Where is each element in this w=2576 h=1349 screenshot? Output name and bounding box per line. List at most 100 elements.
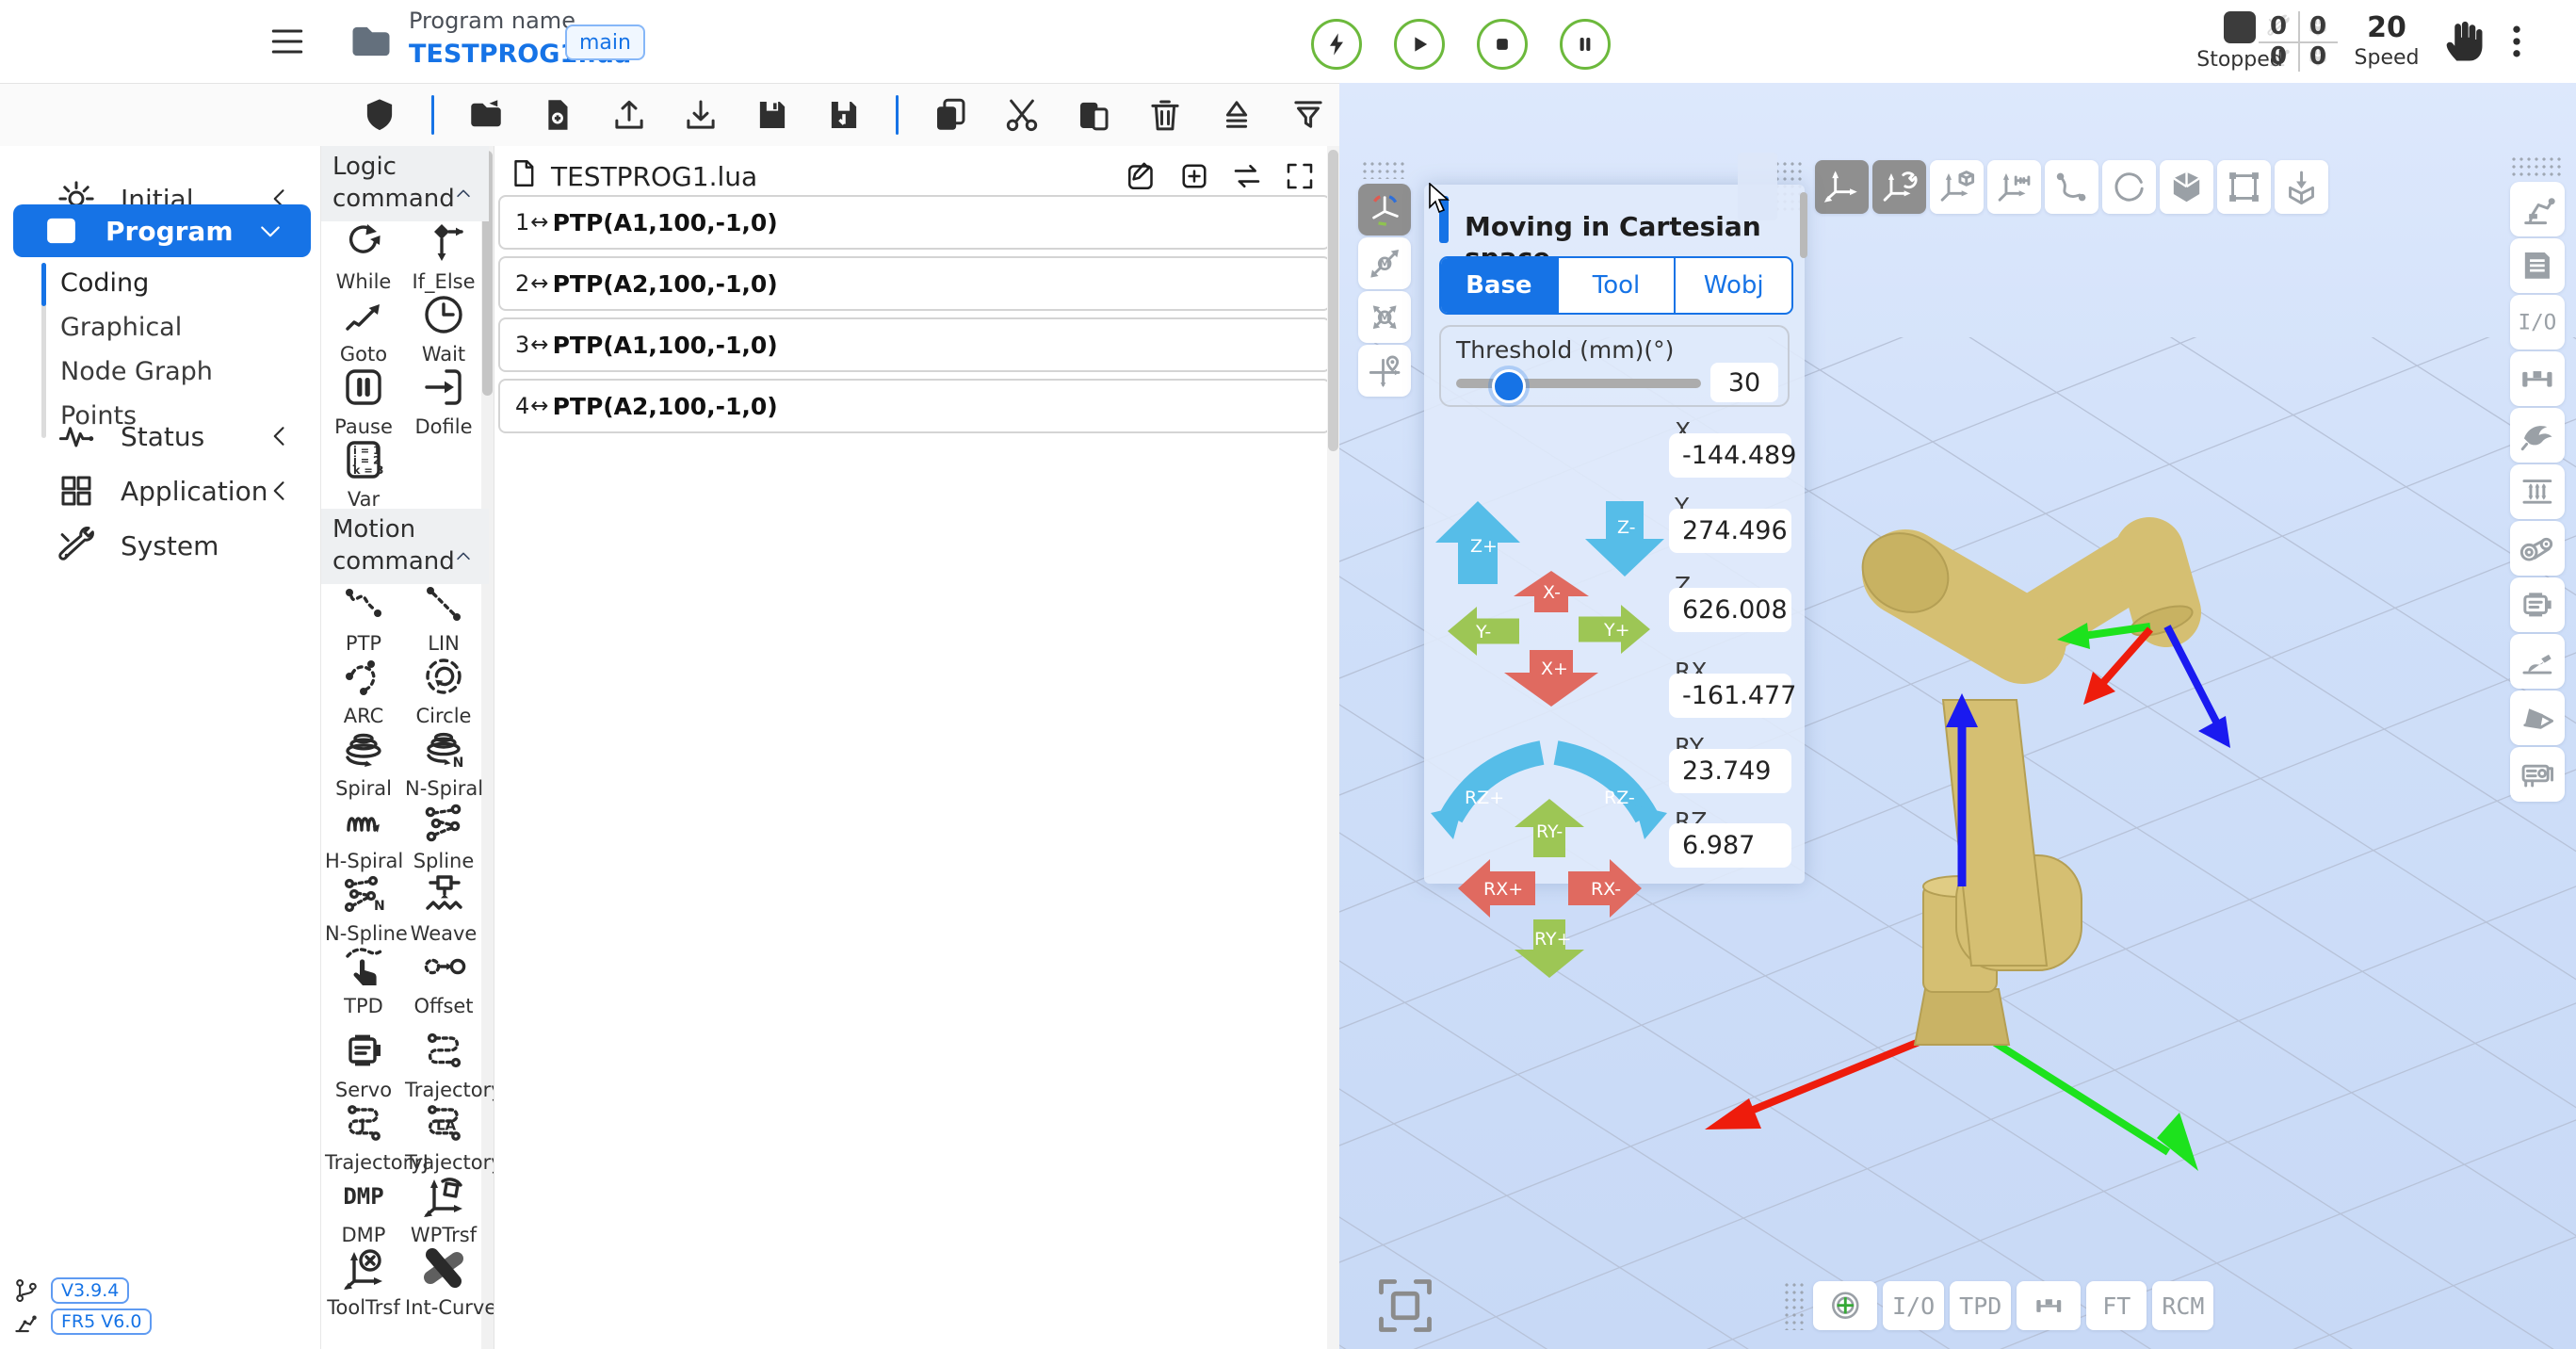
sidebar-subitem-node-graph[interactable]: Node Graph	[60, 357, 213, 386]
bottom-tool-target-green[interactable]	[1813, 1281, 1877, 1330]
save-icon[interactable]	[753, 95, 792, 135]
palette-item-spline[interactable]: Spline	[405, 799, 482, 872]
jog-rotate-pad[interactable]: RZ+ RZ- RY- RX+ RX- RY+	[1429, 736, 1669, 985]
save-as-icon[interactable]	[824, 95, 864, 135]
trash-icon[interactable]	[1145, 95, 1185, 135]
palette-item-offset[interactable]: Offset	[405, 944, 482, 1017]
main-branch-badge[interactable]: main	[565, 24, 645, 60]
view-tool-single-axis-move[interactable]: M	[1358, 237, 1411, 289]
palette-item-dmp[interactable]: DMPDMP	[325, 1173, 402, 1246]
peripheral-tool-tool-claw[interactable]	[2510, 408, 2565, 463]
tab-tool[interactable]: Tool	[1559, 258, 1677, 313]
pose-value-x[interactable]: -144.489	[1669, 433, 1791, 478]
frame-tool-frame-tool[interactable]	[1872, 160, 1926, 214]
peripheral-tool-io-panel[interactable]: I/O	[2510, 295, 2565, 349]
hamburger-menu-icon[interactable]	[267, 21, 308, 62]
palette-item-n-spline[interactable]: NN-Spline	[325, 871, 402, 945]
palette-item-trajectoryla[interactable]: LATrajectoryLA	[405, 1100, 482, 1174]
more-menu-icon[interactable]	[2496, 17, 2537, 66]
peripheral-tool-gpu-card[interactable]	[2510, 747, 2565, 802]
bottom-tools-drag-handle[interactable]	[1783, 1281, 1804, 1330]
bottom-tool-rcm[interactable]: RCM	[2152, 1281, 2213, 1330]
palette-item-h-spiral[interactable]: H-Spiral	[325, 799, 402, 872]
plus-square-icon[interactable]	[1177, 159, 1211, 193]
jog-translate-pad[interactable]: Z+ Z- X- Y- Y+ X+	[1429, 497, 1669, 714]
swap-icon[interactable]	[1230, 159, 1264, 193]
palette-item-weave[interactable]: Weave	[405, 871, 482, 945]
view-tool-locate-pin[interactable]	[1358, 345, 1411, 397]
palette-item-goto[interactable]: Goto	[325, 292, 402, 366]
jog-z-minus[interactable]	[1585, 501, 1664, 577]
sidebar-item-program[interactable]: Program	[13, 204, 311, 257]
palette-item-tooltrsf[interactable]: ToolTrsf	[325, 1245, 402, 1319]
stop-button[interactable]	[1477, 19, 1528, 70]
status-counters[interactable]: 0000	[2259, 11, 2338, 72]
palette-item-ptp[interactable]: PTP	[325, 581, 402, 655]
panel-scrollbar-thumb[interactable]	[1800, 192, 1807, 258]
quick-run-button[interactable]	[1311, 19, 1362, 70]
threshold-value[interactable]: 30	[1710, 363, 1778, 402]
peripheral-tool-welder[interactable]	[2510, 634, 2565, 689]
version-badge[interactable]: V3.9.4	[51, 1277, 129, 1304]
panel-drag-handle[interactable]	[1738, 153, 1777, 220]
palette-section-header[interactable]: Motioncommand	[321, 509, 489, 584]
frame-tool-frame-measure[interactable]	[1987, 160, 2041, 214]
frame-tool-frame-base[interactable]	[1815, 160, 1869, 214]
file-add-icon[interactable]	[538, 95, 577, 135]
palette-item-while[interactable]: While	[325, 219, 402, 293]
frame-tool-frame-wobj[interactable]	[1930, 160, 1984, 214]
palette-item-circle[interactable]: Circle	[405, 654, 482, 727]
drag-teach-icon[interactable]	[2438, 13, 2488, 66]
bottom-tool-ft[interactable]: FT	[2086, 1281, 2147, 1330]
peripheral-tool-lift[interactable]	[2510, 464, 2565, 519]
play-button[interactable]	[1394, 19, 1445, 70]
left-tools-drag-handle[interactable]	[1361, 160, 1406, 179]
bottom-tool-io[interactable]: I/O	[1883, 1281, 1944, 1330]
pose-value-rx[interactable]: -161.477	[1669, 674, 1791, 718]
pose-value-z[interactable]: 626.008	[1669, 588, 1791, 632]
palette-item-var[interactable]: i = 1j = 2k = 3Var	[325, 437, 402, 511]
pose-value-y[interactable]: 274.496	[1669, 509, 1791, 553]
version-badge[interactable]: FR5 V6.0	[51, 1308, 152, 1335]
program-folder-icon[interactable]	[345, 17, 397, 66]
palette-item-servo[interactable]: Servo	[325, 1028, 402, 1101]
palette-item-pause[interactable]: Pause	[325, 365, 402, 438]
program-line-2[interactable]: 2↔PTP(A2,100,-1,0)	[498, 256, 1331, 311]
peripheral-tool-gripper[interactable]	[2510, 351, 2565, 406]
download-icon[interactable]	[681, 95, 721, 135]
program-line-1[interactable]: 1↔PTP(A1,100,-1,0)	[498, 195, 1331, 250]
viewport-fullscreen-icon[interactable]	[1368, 1274, 1443, 1338]
palette-item-tpd[interactable]: TPD	[325, 944, 402, 1017]
speed-display[interactable]: 20 Speed	[2349, 11, 2424, 70]
shield-icon[interactable]	[360, 95, 399, 135]
peripheral-tool-conveyor[interactable]	[2510, 521, 2565, 576]
palette-item-trajectory[interactable]: Trajectory	[405, 1028, 482, 1101]
sidebar-subitem-points[interactable]: Points	[60, 401, 137, 431]
program-line-3[interactable]: 3↔PTP(A1,100,-1,0)	[498, 317, 1331, 372]
sidebar-item-system[interactable]: System	[0, 519, 320, 572]
tab-wobj[interactable]: Wobj	[1676, 258, 1791, 313]
palette-item-n-spiral[interactable]: NN-Spiral	[405, 726, 482, 800]
expand-icon[interactable]	[1283, 159, 1317, 193]
palette-item-wptrsf[interactable]: WPTrsf	[405, 1173, 482, 1246]
palette-section-header[interactable]: Logiccommand	[321, 146, 489, 221]
palette-item-dofile[interactable]: Dofile	[405, 365, 482, 438]
tab-base[interactable]: Base	[1441, 258, 1559, 313]
program-line-4[interactable]: 4↔PTP(A2,100,-1,0)	[498, 379, 1331, 433]
folder-open-icon[interactable]	[466, 95, 506, 135]
right-tools-drag-handle[interactable]	[2510, 155, 2565, 176]
peripheral-tool-laptop[interactable]	[2510, 691, 2565, 745]
frame-tool-path-curve[interactable]	[2045, 160, 2098, 214]
palette-item-spiral[interactable]: Spiral	[325, 726, 402, 800]
view-tool-multi-axis-move[interactable]: M	[1358, 291, 1411, 343]
eject-icon[interactable]	[1217, 95, 1256, 135]
peripheral-tool-robot[interactable]	[2510, 182, 2565, 236]
sidebar-subitem-coding[interactable]: Coding	[60, 268, 149, 298]
frame-tool-import-model[interactable]	[2275, 160, 2328, 214]
frame-tool-ring[interactable]	[2102, 160, 2156, 214]
palette-item-trajectoryj[interactable]: JTrajectoryJ	[325, 1100, 402, 1174]
sidebar-item-status[interactable]: Status	[0, 410, 320, 463]
editor-scrollbar[interactable]	[1327, 146, 1339, 1349]
pause-button[interactable]	[1560, 19, 1611, 70]
threshold-slider-knob[interactable]	[1492, 369, 1526, 403]
